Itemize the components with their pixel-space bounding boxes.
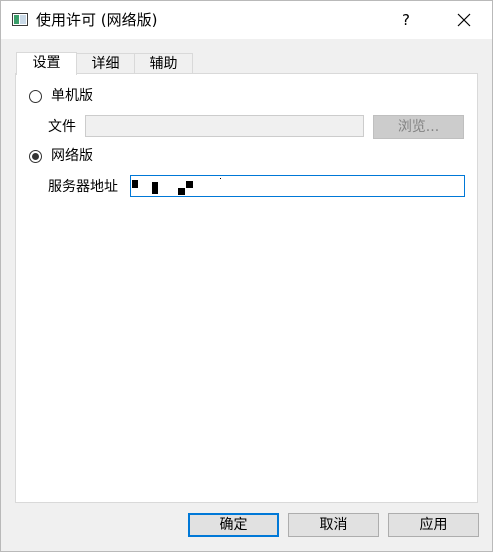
app-window-icon [12, 13, 28, 26]
tab-settings[interactable]: 设置 [16, 52, 77, 75]
server-address-input[interactable] [130, 175, 465, 197]
tab-details[interactable]: 详细 [76, 53, 135, 74]
apply-button[interactable]: 应用 [388, 513, 479, 537]
file-label: 文件 [48, 119, 76, 135]
file-path-input[interactable] [85, 115, 364, 137]
license-dialog: 使用许可 (网络版) ? 详细 辅助 设置 单机版 文件 浏览... 网络版 服… [0, 0, 493, 552]
close-button[interactable] [447, 5, 481, 35]
window-title: 使用许可 (网络版) [36, 11, 158, 29]
standalone-radio[interactable] [29, 90, 42, 103]
tab-auxiliary[interactable]: 辅助 [134, 53, 193, 74]
title-bar: 使用许可 (网络版) ? [1, 1, 492, 39]
close-icon [457, 13, 471, 27]
server-address-label: 服务器地址 [48, 179, 118, 195]
network-radio[interactable] [29, 150, 42, 163]
help-button[interactable]: ? [391, 5, 421, 35]
ok-button[interactable]: 确定 [188, 513, 279, 537]
network-label[interactable]: 网络版 [51, 147, 93, 165]
standalone-label[interactable]: 单机版 [51, 87, 93, 105]
cancel-button[interactable]: 取消 [288, 513, 379, 537]
browse-button[interactable]: 浏览... [373, 115, 464, 139]
